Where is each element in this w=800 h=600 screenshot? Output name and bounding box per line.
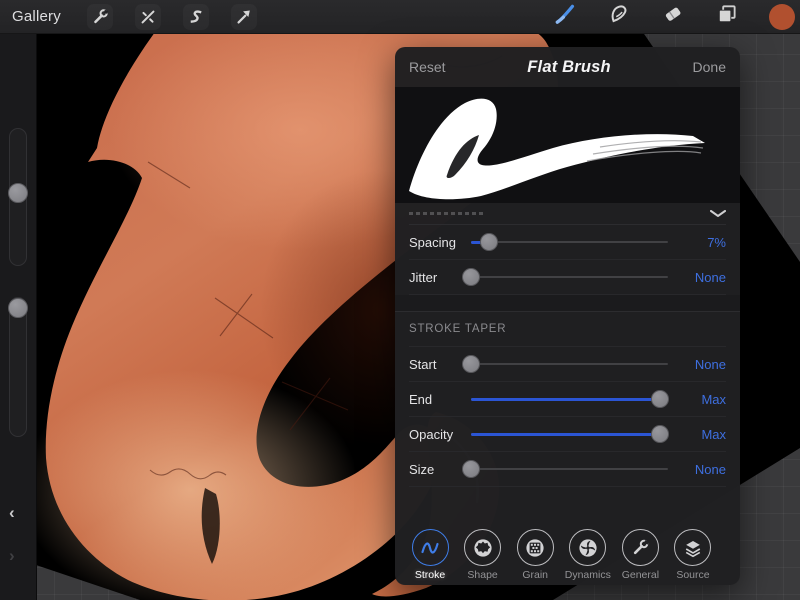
size-slider[interactable] xyxy=(471,459,668,479)
left-sidebar: ‹ › xyxy=(0,33,37,600)
slider-label: Size xyxy=(409,462,467,477)
brush-tool-button[interactable] xyxy=(553,2,577,31)
slider-value: Max xyxy=(680,392,726,407)
end-slider[interactable] xyxy=(471,389,668,409)
size-slider-row: Size None xyxy=(409,452,726,487)
slider-knob[interactable] xyxy=(462,460,480,478)
slider-value: None xyxy=(680,270,726,285)
general-tab-circle xyxy=(622,529,659,566)
slider-knob[interactable] xyxy=(651,425,669,443)
brush-settings-panel: Reset Flat Brush Done Spacing 7% xyxy=(395,47,740,585)
tab-general[interactable]: General xyxy=(615,525,665,585)
tab-label: Source xyxy=(676,569,709,581)
stroke-taper-section-title: STROKE TAPER xyxy=(409,312,726,347)
paintbrush-icon xyxy=(553,2,577,26)
top-toolbar: Gallery xyxy=(0,0,800,34)
slider-value: None xyxy=(680,462,726,477)
slider-label: Start xyxy=(409,357,467,372)
jitter-slider[interactable] xyxy=(471,267,668,287)
general-wrench-icon xyxy=(629,537,651,559)
layers-icon xyxy=(715,2,739,26)
panel-header: Reset Flat Brush Done xyxy=(395,47,740,87)
dynamics-tab-circle xyxy=(569,529,606,566)
slider-knob[interactable] xyxy=(651,390,669,408)
spacing-slider[interactable] xyxy=(471,232,668,252)
slider-knob[interactable] xyxy=(462,355,480,373)
start-slider-row: Start None xyxy=(409,347,726,382)
chevron-down-icon[interactable] xyxy=(710,210,726,217)
slider-label: End xyxy=(409,392,467,407)
transform-button[interactable] xyxy=(231,4,257,30)
done-button[interactable]: Done xyxy=(693,59,726,75)
reset-button[interactable]: Reset xyxy=(409,59,446,75)
start-slider[interactable] xyxy=(471,354,668,374)
tab-dynamics[interactable]: Dynamics xyxy=(563,525,613,585)
eraser-tool-button[interactable] xyxy=(661,2,685,31)
brush-settings-tabbar: Stroke Shape xyxy=(395,525,740,585)
tab-label: Shape xyxy=(467,569,497,581)
smudge-tool-button[interactable] xyxy=(607,2,631,31)
selection-s-icon xyxy=(186,7,206,27)
grain-tab-circle xyxy=(517,529,554,566)
move-arrow-icon xyxy=(234,7,254,27)
undo-button[interactable]: ‹ xyxy=(9,503,15,523)
end-slider-row: End Max xyxy=(409,382,726,417)
scrolled-setting-row[interactable] xyxy=(409,203,726,225)
slider-value: Max xyxy=(680,427,726,442)
source-layers-icon xyxy=(682,537,704,559)
brush-opacity-slider[interactable] xyxy=(9,297,27,437)
tab-shape[interactable]: Shape xyxy=(458,525,508,585)
tab-label: Dynamics xyxy=(565,569,611,581)
color-swatch[interactable] xyxy=(769,4,795,30)
tab-source[interactable]: Source xyxy=(668,525,718,585)
smudge-finger-icon xyxy=(607,2,631,26)
layers-button[interactable] xyxy=(715,2,739,31)
source-tab-circle xyxy=(674,529,711,566)
shape-blob-icon xyxy=(472,537,494,559)
slider-value: None xyxy=(680,357,726,372)
grain-texture-icon xyxy=(524,537,546,559)
tiny-caption-text xyxy=(409,212,483,215)
magic-wand-icon xyxy=(138,7,158,27)
slider-value: 7% xyxy=(680,235,726,250)
opacity-slider[interactable] xyxy=(471,424,668,444)
stroke-tab-circle xyxy=(412,529,449,566)
tab-label: General xyxy=(622,569,659,581)
opacity-slider-row: Opacity Max xyxy=(409,417,726,452)
slider-knob[interactable] xyxy=(480,233,498,251)
slider-label: Opacity xyxy=(409,427,467,442)
slider-knob[interactable] xyxy=(462,268,480,286)
eraser-icon xyxy=(661,2,685,26)
redo-button[interactable]: › xyxy=(9,546,15,566)
shape-tab-circle xyxy=(464,529,501,566)
tab-stroke[interactable]: Stroke xyxy=(405,525,455,585)
panel-title: Flat Brush xyxy=(527,58,611,77)
section-divider xyxy=(395,295,740,312)
stroke-preview-drawing xyxy=(395,87,740,203)
stroke-wave-icon xyxy=(419,537,441,559)
wrench-icon xyxy=(90,7,110,27)
brush-opacity-knob[interactable] xyxy=(8,298,28,318)
selection-button[interactable] xyxy=(183,4,209,30)
dynamics-pinwheel-icon xyxy=(577,537,599,559)
tab-label: Stroke xyxy=(415,569,445,581)
adjustments-button[interactable] xyxy=(135,4,161,30)
gallery-button[interactable]: Gallery xyxy=(12,8,61,25)
brush-stroke-preview[interactable] xyxy=(395,87,740,203)
brush-size-knob[interactable] xyxy=(8,183,28,203)
slider-label: Spacing xyxy=(409,235,467,250)
slider-label: Jitter xyxy=(409,270,467,285)
jitter-slider-row: Jitter None xyxy=(409,260,726,295)
actions-wrench-button[interactable] xyxy=(87,4,113,30)
tab-grain[interactable]: Grain xyxy=(510,525,560,585)
spacing-slider-row: Spacing 7% xyxy=(409,225,726,260)
tab-label: Grain xyxy=(522,569,548,581)
